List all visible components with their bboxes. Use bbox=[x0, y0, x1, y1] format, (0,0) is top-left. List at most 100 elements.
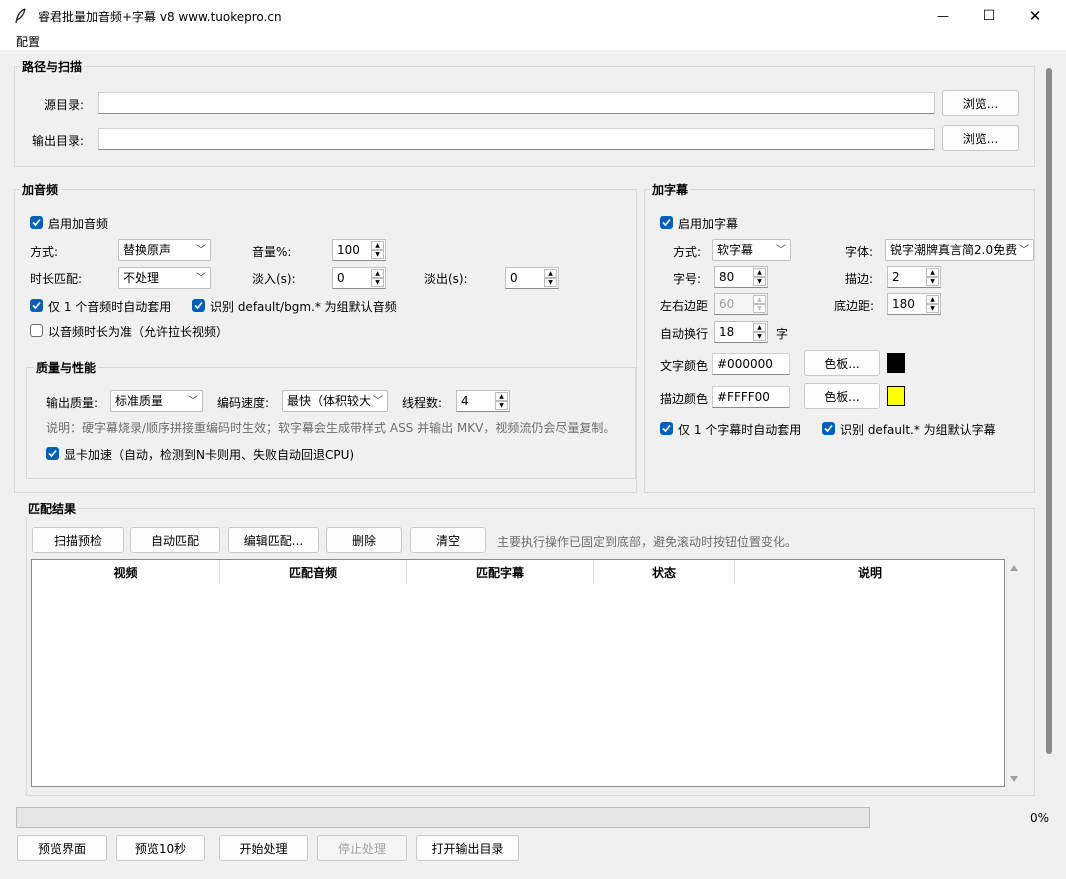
clear-button[interactable]: 清空 bbox=[410, 527, 486, 553]
fadein-label: 淡入(s): bbox=[252, 272, 296, 286]
source-dir-input[interactable] bbox=[98, 92, 935, 114]
text-color-label: 文字颜色 bbox=[660, 359, 709, 373]
stroke-spinbox[interactable]: 2 ▲ ▼ bbox=[887, 266, 941, 288]
subtitle-mode-select[interactable]: 软字幕 ﹀ bbox=[712, 239, 791, 261]
subtitle-default-checkbox[interactable] bbox=[822, 422, 835, 435]
text-color-swatch bbox=[887, 353, 905, 373]
stroke-value: 2 bbox=[892, 270, 900, 284]
font-select[interactable]: 锐字潮牌真言简2.0免费 ﹀ bbox=[885, 239, 1034, 261]
font-value: 锐字潮牌真言简2.0免费 bbox=[890, 243, 1018, 257]
audio-mode-select[interactable]: 替换原声 ﹀ bbox=[118, 239, 211, 261]
encode-speed-select[interactable]: 最快（体积较大 ﹀ bbox=[282, 390, 388, 412]
font-size-spinbox[interactable]: 80 ▲ ▼ bbox=[714, 266, 768, 288]
output-browse-button[interactable]: 浏览... bbox=[942, 125, 1019, 151]
path-scan-group bbox=[14, 66, 1035, 167]
progress-bar bbox=[16, 807, 870, 828]
source-browse-button[interactable]: 浏览... bbox=[942, 90, 1019, 116]
text-color-input[interactable]: #000000 bbox=[712, 353, 790, 375]
fadeout-label: 淡出(s): bbox=[424, 272, 468, 286]
progress-percent: 0% bbox=[1030, 811, 1050, 825]
preview-ui-button[interactable]: 预览界面 bbox=[17, 835, 107, 861]
output-dir-input[interactable] bbox=[98, 128, 935, 150]
column-header-note[interactable]: 说明 bbox=[735, 560, 1005, 584]
spin-up-icon[interactable]: ▲ bbox=[926, 268, 939, 277]
preview-10s-button[interactable]: 预览10秒 bbox=[116, 835, 205, 861]
spin-up-icon[interactable]: ▲ bbox=[544, 269, 557, 278]
fadein-spinbox[interactable]: 0 ▲ ▼ bbox=[332, 267, 386, 289]
subtitle-mode-label: 方式: bbox=[673, 245, 702, 259]
spin-down-icon[interactable]: ▼ bbox=[495, 401, 508, 410]
column-header-status[interactable]: 状态 bbox=[594, 560, 735, 584]
column-header-audio[interactable]: 匹配音频 bbox=[220, 560, 407, 584]
audio-length-label: 以音频时长为准（允许拉长视频） bbox=[48, 325, 229, 339]
fadeout-spinbox[interactable]: 0 ▲ ▼ bbox=[505, 267, 559, 289]
bottom-margin-spinbox[interactable]: 180 ▲ ▼ bbox=[887, 293, 941, 315]
audio-mode-label: 方式: bbox=[30, 245, 59, 259]
check-icon bbox=[194, 301, 203, 310]
spin-up-icon[interactable]: ▲ bbox=[753, 323, 766, 332]
stroke-color-input[interactable]: #FFFF00 bbox=[712, 386, 790, 408]
spin-down-icon[interactable]: ▼ bbox=[926, 304, 939, 313]
stroke-color-swatch bbox=[887, 386, 905, 406]
chevron-down-icon: ﹀ bbox=[196, 245, 206, 256]
maximize-button[interactable]: ☐ bbox=[966, 0, 1012, 32]
chevron-down-icon: ﹀ bbox=[776, 245, 786, 256]
spin-up-icon[interactable]: ▲ bbox=[371, 241, 384, 250]
lr-margin-value: 60 bbox=[719, 297, 735, 311]
spin-up-icon[interactable]: ▲ bbox=[495, 392, 508, 401]
scroll-down-arrow-icon[interactable] bbox=[1009, 775, 1019, 783]
duration-match-select[interactable]: 不处理 ﹀ bbox=[118, 267, 211, 289]
edit-match-button[interactable]: 编辑匹配... bbox=[228, 527, 319, 553]
spin-up-icon[interactable]: ▲ bbox=[371, 269, 384, 278]
subtitle-auto-single-checkbox[interactable] bbox=[660, 422, 673, 435]
threads-spinbox[interactable]: 4 ▲ ▼ bbox=[456, 390, 510, 412]
auto-match-button[interactable]: 自动匹配 bbox=[130, 527, 220, 553]
menu-config[interactable]: 配置 bbox=[16, 33, 40, 50]
auto-wrap-value: 18 bbox=[719, 325, 735, 339]
spin-up-icon[interactable]: ▲ bbox=[926, 295, 939, 304]
spin-down-icon[interactable]: ▼ bbox=[371, 250, 384, 259]
gpu-accel-checkbox[interactable] bbox=[46, 447, 59, 460]
chevron-down-icon: ﹀ bbox=[373, 396, 383, 407]
audio-default-bgm-checkbox[interactable] bbox=[192, 299, 205, 312]
match-table[interactable]: 视频 匹配音频 匹配字幕 状态 说明 bbox=[31, 559, 1005, 787]
spin-down-icon[interactable]: ▼ bbox=[926, 277, 939, 286]
open-output-dir-button[interactable]: 打开输出目录 bbox=[416, 835, 519, 861]
volume-spinbox[interactable]: 100 ▲ ▼ bbox=[332, 239, 386, 261]
stroke-label: 描边: bbox=[845, 272, 874, 286]
stroke-color-palette-button[interactable]: 色板... bbox=[804, 383, 880, 409]
subtitle-enable-checkbox[interactable] bbox=[660, 216, 673, 229]
scroll-up-arrow-icon[interactable] bbox=[1009, 564, 1019, 572]
minimize-button[interactable]: — bbox=[920, 0, 966, 32]
main-scrollbar[interactable] bbox=[1046, 68, 1052, 754]
chevron-down-icon: ﹀ bbox=[188, 396, 198, 407]
audio-enable-label: 启用加音频 bbox=[48, 217, 109, 231]
spin-down-icon[interactable]: ▼ bbox=[371, 278, 384, 287]
close-button[interactable]: ✕ bbox=[1012, 0, 1058, 32]
spin-up-icon[interactable]: ▲ bbox=[753, 268, 766, 277]
fadeout-value: 0 bbox=[510, 271, 518, 285]
scan-precheck-button[interactable]: 扫描预检 bbox=[32, 527, 124, 553]
start-process-button[interactable]: 开始处理 bbox=[219, 835, 308, 861]
minimize-icon: — bbox=[937, 9, 949, 23]
feather-app-icon bbox=[15, 8, 26, 24]
audio-auto-single-checkbox[interactable] bbox=[30, 299, 43, 312]
path-scan-title: 路径与扫描 bbox=[20, 58, 85, 75]
column-header-video[interactable]: 视频 bbox=[32, 560, 220, 584]
audio-group-title: 加音频 bbox=[20, 181, 61, 198]
lr-margin-label: 左右边距 bbox=[660, 299, 709, 313]
auto-wrap-spinbox[interactable]: 18 ▲ ▼ bbox=[714, 321, 768, 343]
spin-down-icon[interactable]: ▼ bbox=[753, 277, 766, 286]
spin-down-icon[interactable]: ▼ bbox=[544, 278, 557, 287]
audio-enable-checkbox[interactable] bbox=[30, 216, 43, 229]
delete-button[interactable]: 删除 bbox=[326, 527, 402, 553]
subtitle-auto-single-label: 仅 1 个字幕时自动套用 bbox=[678, 423, 802, 437]
column-header-subtitle[interactable]: 匹配字幕 bbox=[407, 560, 594, 584]
output-quality-select[interactable]: 标准质量 ﹀ bbox=[110, 390, 203, 412]
spin-down-icon[interactable]: ▼ bbox=[753, 332, 766, 341]
check-icon bbox=[662, 218, 671, 227]
check-icon bbox=[32, 301, 41, 310]
subtitle-mode-value: 软字幕 bbox=[717, 243, 754, 257]
audio-length-checkbox[interactable] bbox=[30, 324, 43, 337]
text-color-palette-button[interactable]: 色板... bbox=[804, 350, 880, 376]
